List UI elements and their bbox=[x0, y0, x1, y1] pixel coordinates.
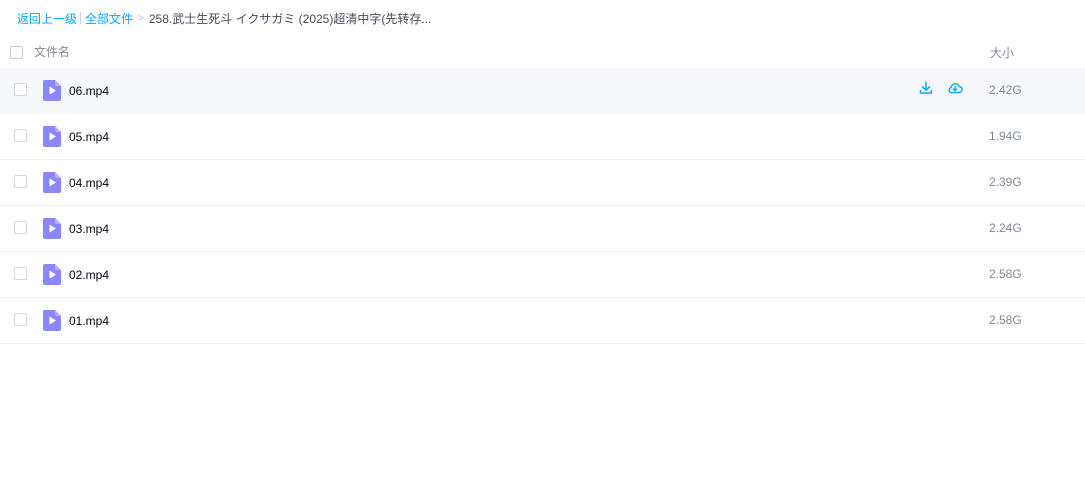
row-checkbox[interactable] bbox=[14, 83, 27, 96]
file-size: 2.58G bbox=[989, 313, 1022, 327]
video-file-icon bbox=[43, 126, 61, 147]
video-file-icon bbox=[43, 264, 61, 285]
video-file-icon bbox=[43, 172, 61, 193]
current-folder: 258.武士生死斗 イクサガミ (2025)超清中字(先转存... bbox=[148, 11, 432, 26]
video-file-icon bbox=[43, 310, 61, 331]
table-row[interactable]: 04.mp4 2.39G bbox=[0, 160, 1085, 206]
file-name[interactable]: 02.mp4 bbox=[69, 268, 109, 282]
file-size: 2.24G bbox=[989, 221, 1022, 235]
file-name[interactable]: 03.mp4 bbox=[69, 222, 109, 236]
table-row[interactable]: 05.mp4 1.94G bbox=[0, 114, 1085, 160]
all-files-link[interactable]: 全部文件 bbox=[85, 10, 133, 27]
file-name[interactable]: 06.mp4 bbox=[69, 84, 109, 98]
file-size: 2.39G bbox=[989, 175, 1022, 189]
size-column-header[interactable]: 大小 bbox=[990, 44, 1014, 61]
breadcrumb: 返回上一级 全部文件 > 258.武士生死斗 イクサガミ (2025)超清中字(… bbox=[17, 10, 431, 26]
row-checkbox[interactable] bbox=[14, 129, 27, 142]
row-checkbox[interactable] bbox=[14, 175, 27, 188]
breadcrumb-divider bbox=[80, 12, 82, 24]
table-row[interactable]: 01.mp4 2.58G bbox=[0, 298, 1085, 344]
file-size: 2.58G bbox=[989, 267, 1022, 281]
select-all-checkbox[interactable] bbox=[10, 46, 23, 59]
file-size: 2.42G bbox=[989, 83, 1022, 97]
file-name[interactable]: 05.mp4 bbox=[69, 130, 109, 144]
breadcrumb-separator: > bbox=[138, 12, 144, 24]
row-checkbox[interactable] bbox=[14, 267, 27, 280]
file-list: 06.mp4 2.42G 05.mp4 1.94G 04.mp4 2.39G 0… bbox=[0, 68, 1085, 344]
row-checkbox[interactable] bbox=[14, 221, 27, 234]
name-column-header[interactable]: 文件名 bbox=[34, 43, 70, 60]
file-name[interactable]: 01.mp4 bbox=[69, 314, 109, 328]
cloud-save-icon[interactable] bbox=[947, 80, 963, 96]
row-checkbox[interactable] bbox=[14, 313, 27, 326]
table-row[interactable]: 03.mp4 2.24G bbox=[0, 206, 1085, 252]
file-name[interactable]: 04.mp4 bbox=[69, 176, 109, 190]
file-list-header: 文件名 大小 bbox=[0, 36, 1085, 66]
video-file-icon bbox=[43, 218, 61, 239]
table-row[interactable]: 02.mp4 2.58G bbox=[0, 252, 1085, 298]
download-icon[interactable] bbox=[918, 80, 934, 96]
video-file-icon bbox=[43, 80, 61, 101]
table-row[interactable]: 06.mp4 2.42G bbox=[0, 68, 1085, 114]
back-link[interactable]: 返回上一级 bbox=[17, 10, 77, 27]
file-size: 1.94G bbox=[989, 129, 1022, 143]
